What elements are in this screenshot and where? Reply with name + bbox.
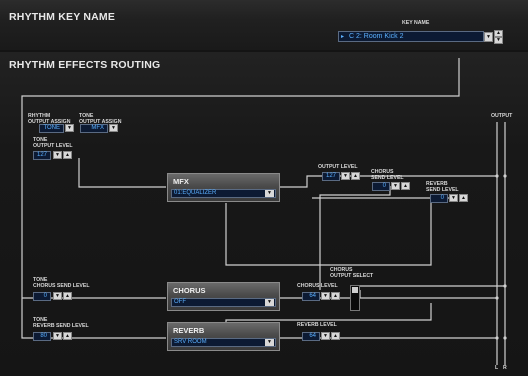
chorus-type-select[interactable]: OFF ▼ [171,298,276,307]
output-right-label: R [503,365,507,371]
chorus-output-select-switch[interactable] [350,285,360,311]
tone-reverb-send-level-field[interactable]: 80 [33,332,51,341]
chorus-output-select-knob [352,287,358,293]
chorus-title: CHORUS [173,286,206,295]
rhythm-output-assign-field[interactable]: TONE [39,124,64,133]
chorus-block: CHORUS OFF ▼ [167,282,280,311]
tone-reverb-send-level-down[interactable]: ▼ [53,332,62,340]
reverb-type-select[interactable]: SRV ROOM ▼ [171,338,276,347]
output-level-field[interactable]: 127 [322,172,340,181]
chorus-output-select-label: CHORUS OUTPUT SELECT [330,267,374,279]
mfx-type-select[interactable]: 01:EQUALIZER ▼ [171,189,276,198]
reverb-send-level-field[interactable]: 0 [430,194,448,203]
tone-chorus-send-level-down[interactable]: ▼ [53,292,62,300]
tone-reverb-send-level-label: TONE REVERB SEND LEVEL [33,317,89,329]
output-level-down[interactable]: ▼ [341,172,350,180]
reverb-block: REVERB SRV ROOM ▼ [167,322,280,351]
chorus-send-level-field[interactable]: 0 [372,182,390,191]
tone-output-assign-dropdown[interactable]: ▼ [109,124,118,132]
mfx-block: MFX 01:EQUALIZER ▼ [167,173,280,202]
tone-output-level-label: TONE OUTPUT LEVEL [33,137,73,149]
tone-output-assign-field[interactable]: MFX [80,124,108,133]
reverb-type-value: SRV ROOM [174,339,207,345]
output-left-label: L [495,365,499,371]
reverb-level-label: REVERB LEVEL [297,322,337,328]
tone-chorus-send-level-label: TONE CHORUS SEND LEVEL [33,277,90,289]
reverb-type-dropdown-icon[interactable]: ▼ [265,339,274,346]
tone-chorus-send-level-up[interactable]: ▲ [63,292,72,300]
output-level-up[interactable]: ▲ [351,172,360,180]
chorus-type-dropdown-icon[interactable]: ▼ [265,299,274,306]
tone-output-level-up[interactable]: ▲ [63,151,72,159]
chorus-send-level-down[interactable]: ▼ [391,182,400,190]
reverb-level-field[interactable]: 64 [302,332,320,341]
rhythm-output-assign-dropdown[interactable]: ▼ [65,124,74,132]
reverb-send-level-label: REVERB SEND LEVEL [426,181,459,193]
mfx-title: MFX [173,177,189,186]
reverb-level-down[interactable]: ▼ [321,332,330,340]
tone-output-level-field[interactable]: 127 [33,151,51,160]
reverb-send-level-up[interactable]: ▲ [459,194,468,202]
reverb-title: REVERB [173,326,205,335]
mfx-type-dropdown-icon[interactable]: ▼ [265,190,274,197]
chorus-level-field[interactable]: 64 [302,292,320,301]
chorus-send-level-label: CHORUS SEND LEVEL [371,169,404,181]
chorus-send-level-up[interactable]: ▲ [401,182,410,190]
output-level-label: OUTPUT LEVEL [318,164,358,170]
output-label: OUTPUT [491,113,513,119]
mfx-type-value: 01:EQUALIZER [174,190,217,196]
chorus-level-label: CHORUS LEVEL [297,283,338,289]
reverb-level-up[interactable]: ▲ [331,332,340,340]
tone-output-level-down[interactable]: ▼ [53,151,62,159]
tone-reverb-send-level-up[interactable]: ▲ [63,332,72,340]
chorus-level-up[interactable]: ▲ [331,292,340,300]
chorus-type-value: OFF [174,299,186,305]
reverb-send-level-down[interactable]: ▼ [449,194,458,202]
tone-chorus-send-level-field[interactable]: 0 [33,292,51,301]
chorus-level-down[interactable]: ▼ [321,292,330,300]
